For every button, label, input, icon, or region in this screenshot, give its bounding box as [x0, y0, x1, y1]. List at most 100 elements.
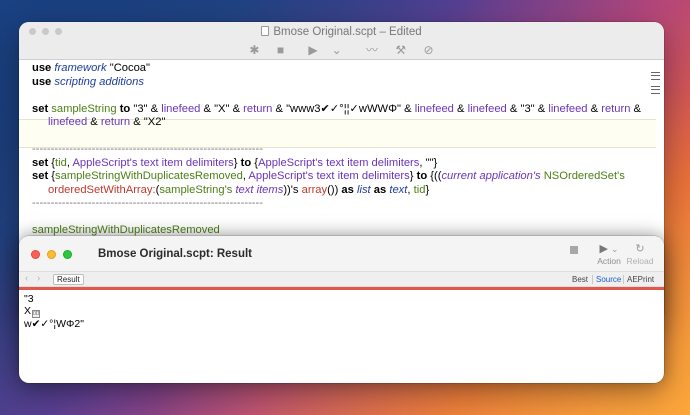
- variable: sampleString: [51, 102, 117, 115]
- term-text-items: text items: [235, 183, 284, 196]
- term-framework: framework: [54, 62, 107, 74]
- result-tab[interactable]: Result: [53, 274, 84, 285]
- code-fragment: & "X2": [130, 116, 166, 128]
- constant-return: return: [601, 102, 631, 115]
- term-scripting-additions: scripting additions: [54, 75, 144, 88]
- editor-window-title: Bmose Original.scpt – Edited: [19, 26, 664, 38]
- result-window-title: Bmose Original.scpt: Result: [98, 248, 253, 260]
- run-icon: ▶: [308, 43, 318, 57]
- constant-return: return: [243, 102, 273, 115]
- reload-button[interactable]: ↻ Reload: [625, 242, 655, 266]
- separator-comment: ----------------------------------------…: [32, 143, 263, 155]
- format-tab-source[interactable]: Source: [596, 274, 621, 285]
- keyword-set: set: [32, 102, 49, 115]
- code-fragment: & "X" &: [200, 102, 244, 115]
- code-fragment: &: [587, 102, 602, 115]
- stop-icon: [567, 243, 581, 257]
- separator-comment: ----------------------------------------…: [32, 197, 263, 209]
- class-nsorderedset: NSOrderedSet's: [543, 170, 625, 182]
- format-tab-best[interactable]: Best: [572, 274, 588, 285]
- run-button[interactable]: ▶ ⌄: [301, 43, 348, 57]
- code-fragment: {: [48, 170, 56, 182]
- code-fragment: &: [630, 102, 642, 115]
- output-line: X: [24, 305, 32, 318]
- property-text-item-delimiters: AppleScript's text item delimiters: [72, 156, 234, 169]
- event-log-icon[interactable]: 〰: [366, 41, 378, 58]
- stop-icon[interactable]: ■: [277, 43, 284, 57]
- result-window: Bmose Original.scpt: Result ▶ ⌄ Action ↻…: [19, 236, 664, 383]
- code-fragment: {((: [427, 170, 442, 182]
- chevron-down-icon: ⌄: [610, 244, 619, 254]
- code-line: linefeed & return & "X2": [32, 116, 650, 130]
- keyword-to: to: [416, 170, 428, 182]
- code-fragment: }: [425, 183, 430, 196]
- output-line: w✔✓°¦WΦ2": [24, 318, 84, 331]
- result-navigation-bar: ‹ › Result Best Source AEPrint: [19, 271, 664, 287]
- editor-tool-group: ✱ ■ ▶ ⌄ 〰 ⚒ ⊘: [19, 41, 664, 58]
- window-controls: [31, 250, 72, 259]
- minimize-button[interactable]: [47, 250, 56, 259]
- reload-label: Reload: [626, 256, 654, 266]
- code-line: set {sampleStringWithDuplicatesRemoved, …: [32, 170, 650, 184]
- keyword-set: set: [32, 156, 49, 169]
- keyword-to: to: [240, 156, 252, 169]
- code-line: set {tid, AppleScript's text item delimi…: [32, 157, 650, 171]
- result-divider: [19, 287, 664, 290]
- keyword-as: as: [373, 183, 387, 196]
- editor-title-text: Bmose Original.scpt – Edited: [273, 26, 422, 38]
- close-button[interactable]: [31, 250, 40, 259]
- chevron-down-icon: ⌄: [331, 43, 342, 57]
- keyword-to: to: [119, 102, 131, 115]
- code-fragment: }: [233, 156, 241, 169]
- term-current-application: current application's: [441, 170, 541, 182]
- code-fragment: &: [87, 116, 101, 128]
- variable: tid: [55, 156, 67, 169]
- method-array: array: [301, 183, 328, 196]
- reload-icon: ↻: [635, 243, 645, 255]
- compile-hammer-icon[interactable]: ⚒: [395, 43, 406, 57]
- code-fragment: "3" &: [130, 102, 162, 115]
- string-literal: "Cocoa": [106, 62, 150, 74]
- divider: [592, 275, 593, 284]
- keyword-use: use: [32, 75, 52, 88]
- property-text-item-delimiters: AppleScript's text item delimiters: [248, 170, 410, 182]
- code-fragment: &: [453, 102, 468, 115]
- keyword-use: use: [32, 62, 52, 74]
- divider: [623, 275, 624, 284]
- code-fragment: ))'s: [283, 183, 302, 196]
- document-icon: [261, 26, 270, 36]
- back-arrow-icon[interactable]: ‹: [25, 273, 28, 284]
- debug-bug-icon[interactable]: ✱: [249, 43, 259, 57]
- bundle-contents-icon[interactable]: ⊘: [424, 43, 434, 57]
- editor-toolbar: Bmose Original.scpt – Edited ✱ ■ ▶ ⌄ 〰 ⚒ …: [19, 22, 664, 60]
- code-fragment: }: [409, 170, 417, 182]
- format-tab-aeprint[interactable]: AEPrint: [627, 274, 654, 285]
- class-list: list: [356, 183, 371, 196]
- code-line: orderedSetWithArray:(sampleString's text…: [32, 184, 650, 198]
- variable: sampleString's: [159, 183, 233, 196]
- code-line: use framework "Cocoa": [32, 62, 650, 76]
- variable: tid: [413, 183, 426, 196]
- code-fragment: & "www3✔✓°¦¦✓wWWΦ" &: [272, 102, 415, 115]
- constant-linefeed: linefeed: [161, 102, 201, 115]
- method-ordered-set-with-array: orderedSetWithArray:: [48, 183, 156, 196]
- control-character-glyph: 0D: [32, 310, 41, 319]
- script-code[interactable]: use framework "Cocoa" use scripting addi…: [32, 62, 650, 238]
- code-line: set sampleString to "3" & linefeed & "X"…: [32, 103, 650, 117]
- result-output[interactable]: "3 X 0D w✔✓°¦WΦ2": [24, 293, 84, 331]
- stop-button[interactable]: [567, 243, 581, 257]
- constant-linefeed: linefeed: [48, 116, 88, 128]
- variable: sampleStringWithDuplicatesRemoved: [32, 224, 220, 236]
- description-panel-icon[interactable]: [651, 72, 660, 80]
- constant-linefeed: linefeed: [467, 102, 507, 115]
- code-fragment: ()): [327, 183, 342, 196]
- forward-arrow-icon[interactable]: ›: [37, 273, 40, 284]
- list-panel-icon[interactable]: [651, 86, 660, 94]
- constant-linefeed: linefeed: [548, 102, 588, 115]
- zoom-button[interactable]: [63, 250, 72, 259]
- constant-return: return: [100, 116, 131, 128]
- output-line: "3: [24, 293, 34, 305]
